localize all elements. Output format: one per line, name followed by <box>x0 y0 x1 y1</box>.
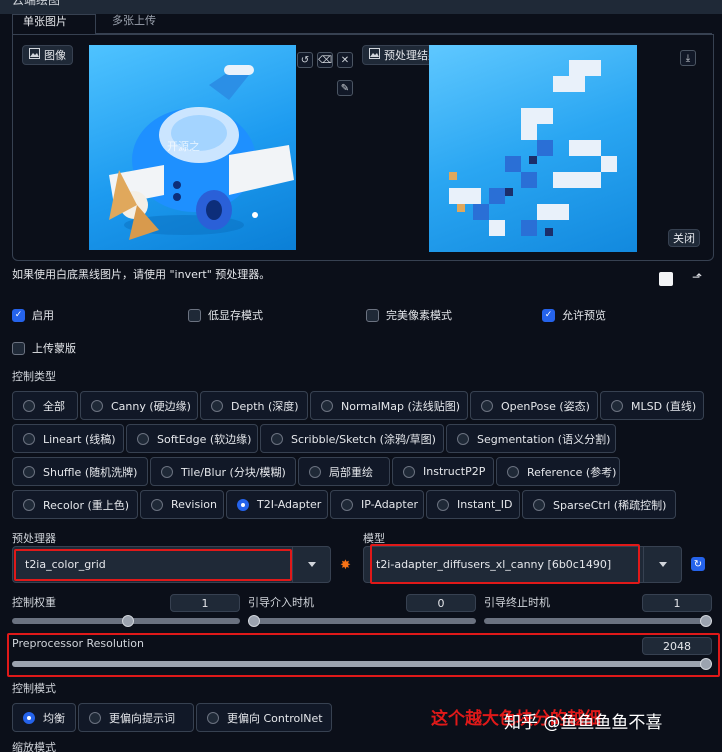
control-type-label: 控制类型 <box>12 370 56 383</box>
control-type-option[interactable]: InstructP2P <box>392 457 494 486</box>
end-label: 引导终止时机 <box>484 596 550 609</box>
end-input[interactable]: 1 <box>642 594 712 612</box>
image-label-chip: 图像 <box>22 45 73 65</box>
upload-mask-checkbox[interactable]: 上传蒙版 <box>12 340 76 356</box>
highlight-box-model <box>370 544 640 584</box>
control-type-option[interactable]: Segmentation (语义分割) <box>446 424 616 453</box>
control-type-option[interactable]: Revision <box>140 490 224 519</box>
pixel-perfect-checkbox[interactable]: 完美像素模式 <box>366 307 452 323</box>
enable-checkbox[interactable]: ✓ 启用 <box>12 307 54 323</box>
control-type-option[interactable]: NormalMap (法线贴图) <box>310 391 468 420</box>
start-slider-thumb[interactable] <box>248 615 260 627</box>
image-icon <box>369 48 380 62</box>
edit-icon[interactable]: ✎ <box>337 80 353 96</box>
start-label: 引导介入时机 <box>248 596 314 609</box>
header-title: 云端绘图 <box>12 0 61 7</box>
control-type-option[interactable]: Lineart (线稿) <box>12 424 124 453</box>
start-input[interactable]: 0 <box>406 594 476 612</box>
close-preview-label: 关闭 <box>673 232 695 245</box>
control-type-option[interactable]: 局部重绘 <box>298 457 390 486</box>
tab-single-image[interactable]: 单张图片 <box>12 14 96 34</box>
preprocessor-label: 预处理器 <box>12 532 56 545</box>
control-type-option[interactable]: SoftEdge (软边缘) <box>126 424 258 453</box>
preview-image <box>429 45 637 252</box>
undo-icon[interactable]: ↺ <box>297 52 313 68</box>
control-type-option[interactable]: Canny (硬边缘) <box>80 391 198 420</box>
image-icon <box>29 48 40 62</box>
top-header: 云端绘图 <box>0 0 722 14</box>
send-icon[interactable]: ⬏ <box>692 270 702 284</box>
checkmark-icon: ✓ <box>542 308 555 322</box>
credit-watermark: 知乎 @鱼鱼鱼鱼不喜 <box>504 713 663 733</box>
control-type-option[interactable]: Recolor (重上色) <box>12 490 138 519</box>
invert-hint: 如果使用白底黑线图片，请使用 "invert" 预处理器。 <box>12 268 271 281</box>
control-type-option[interactable]: SparseCtrl (稀疏控制) <box>522 490 676 519</box>
control-type-option[interactable]: Tile/Blur (分块/模糊) <box>150 457 296 486</box>
highlight-box-preprocessor <box>14 549 292 581</box>
close-icon[interactable]: ✕ <box>337 52 353 68</box>
control-weight-label: 控制权重 <box>12 596 56 609</box>
checkmark-icon: ✓ <box>12 308 25 322</box>
control-type-option[interactable]: Instant_ID <box>426 490 520 519</box>
control-type-option[interactable]: 全部 <box>12 391 78 420</box>
notes-icon[interactable] <box>659 272 673 286</box>
control-type-option-selected[interactable]: T2I-Adapter <box>226 490 328 519</box>
control-weight-input[interactable]: 1 <box>170 594 240 612</box>
end-slider-thumb[interactable] <box>700 615 712 627</box>
watermark: 开源之 <box>167 140 200 153</box>
control-mode-option[interactable]: 更偏向 ControlNet <box>196 703 332 732</box>
close-preview-button[interactable]: 关闭 <box>668 229 700 247</box>
image-label: 图像 <box>44 49 66 62</box>
refresh-icon[interactable]: ↻ <box>691 557 705 571</box>
start-slider[interactable] <box>248 618 476 624</box>
chevron-down-icon <box>292 547 330 582</box>
control-type-option[interactable]: Reference (参考) <box>496 457 620 486</box>
control-type-option[interactable]: MLSD (直线) <box>600 391 704 420</box>
enable-label: 启用 <box>32 309 54 322</box>
low-vram-checkbox[interactable]: 低显存模式 <box>188 307 263 323</box>
pixel-perfect-label: 完美像素模式 <box>386 309 452 322</box>
source-image[interactable]: 开源之 <box>89 45 296 250</box>
explosion-icon[interactable]: ✸ <box>340 558 351 573</box>
highlight-box-resolution <box>7 633 720 677</box>
download-icon[interactable]: ⤓ <box>680 50 696 66</box>
low-vram-label: 低显存模式 <box>208 309 263 322</box>
erase-icon[interactable]: ⌫ <box>317 52 333 68</box>
control-mode-option[interactable]: 更偏向提示词 <box>78 703 194 732</box>
upload-mask-label: 上传蒙版 <box>32 342 76 355</box>
control-type-option[interactable]: OpenPose (姿态) <box>470 391 598 420</box>
chevron-down-icon <box>643 547 681 582</box>
resize-mode-label: 缩放模式 <box>12 741 56 752</box>
allow-preview-checkbox[interactable]: ✓ 允许预览 <box>542 307 606 323</box>
control-mode-option-selected[interactable]: 均衡 <box>12 703 76 732</box>
control-type-option[interactable]: Scribble/Sketch (涂鸦/草图) <box>260 424 444 453</box>
allow-preview-label: 允许预览 <box>562 309 606 322</box>
control-type-option[interactable]: Depth (深度) <box>200 391 308 420</box>
tab-batch-upload[interactable]: 多张上传 <box>102 14 192 34</box>
control-mode-label: 控制模式 <box>12 682 56 695</box>
end-slider[interactable] <box>484 618 712 624</box>
control-type-option[interactable]: IP-Adapter <box>330 490 424 519</box>
tab-bar: 单张图片 多张上传 <box>12 14 712 34</box>
control-type-option[interactable]: Shuffle (随机洗牌) <box>12 457 148 486</box>
control-weight-slider-thumb[interactable] <box>122 615 134 627</box>
